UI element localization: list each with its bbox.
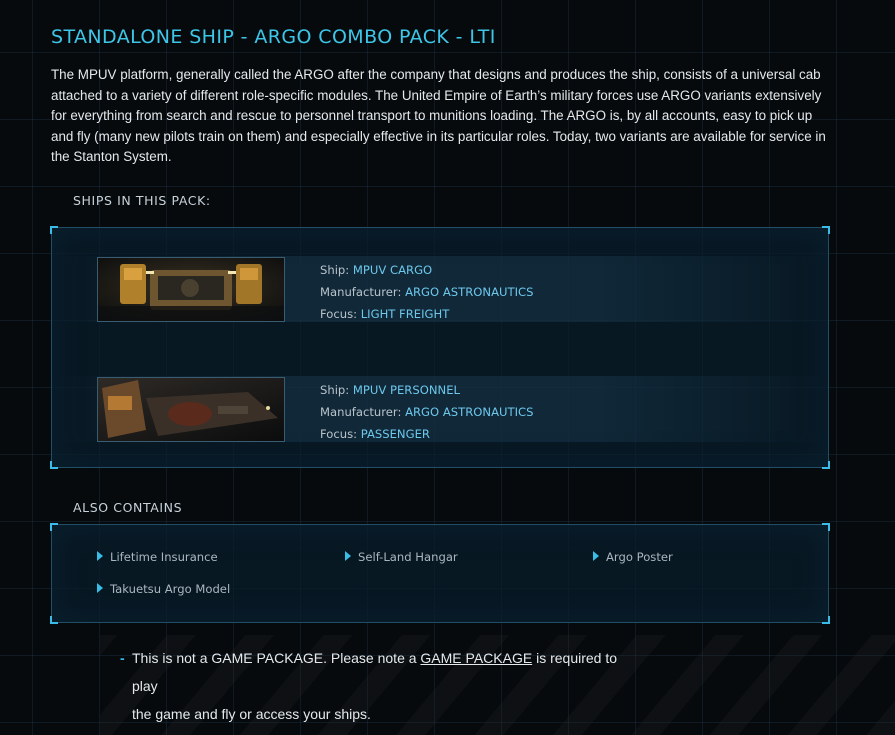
contains-item: Lifetime Insurance [97,550,218,564]
contains-item: Takuetsu Argo Model [97,582,231,596]
ship-name: MPUV CARGO [352,263,433,277]
contains-item-label: Lifetime Insurance [110,550,218,564]
ship-info-cargo: Ship: MPUV CARGO Manufacturer: ARGO ASTR… [320,259,533,325]
note-line-2: the game and fly or access your ships. [132,706,371,722]
ship-thumbnail-mpuv-personnel[interactable] [97,377,285,442]
chevron-right-icon [593,551,599,561]
ship-name: MPUV PERSONNEL [352,383,460,397]
ship-manufacturer: ARGO ASTRONAUTICS [405,405,534,419]
ship-info-personnel: Ship: MPUV PERSONNEL Manufacturer: ARGO … [320,379,533,445]
game-package-link[interactable]: GAME PACKAGE [420,650,532,666]
note-text: This is not a GAME PACKAGE. Please note … [132,650,421,666]
contains-item-label: Self-Land Hangar [358,550,458,564]
manufacturer-key: Manufacturer: [320,405,406,419]
focus-key: Focus: [320,307,361,321]
corner-bracket [822,616,830,624]
contains-item: Argo Poster [593,550,673,564]
corner-bracket [50,616,58,624]
note-line-1: This is not a GAME PACKAGE. Please note … [120,644,640,700]
manufacturer-key: Manufacturer: [320,285,406,299]
contains-item-label: Takuetsu Argo Model [110,582,231,596]
corner-bracket [50,461,58,469]
ship-focus: LIGHT FREIGHT [360,307,450,321]
chevron-right-icon [97,583,103,593]
ship-row-cargo: Ship: MPUV CARGO Manufacturer: ARGO ASTR… [52,256,828,322]
game-package-note: - This is not a GAME PACKAGE. Please not… [120,644,640,728]
note-dash-icon: - [120,650,125,666]
ship-key: Ship: [320,263,353,277]
contains-panel: Lifetime Insurance Self-Land Hangar Argo… [50,523,830,624]
corner-bracket [822,226,830,234]
focus-key: Focus: [320,427,361,441]
corner-bracket [822,523,830,531]
corner-bracket [50,226,58,234]
ship-key: Ship: [320,383,353,397]
ship-focus: PASSENGER [360,427,430,441]
contains-item: Self-Land Hangar [345,550,458,564]
contains-section-label: ALSO CONTAINS [73,500,183,515]
ship-row-personnel: Ship: MPUV PERSONNEL Manufacturer: ARGO … [52,376,828,442]
corner-bracket [50,523,58,531]
ships-panel: Ship: MPUV CARGO Manufacturer: ARGO ASTR… [50,226,830,469]
ship-thumbnail-mpuv-cargo[interactable] [97,257,285,322]
ships-section-label: SHIPS IN THIS PACK: [73,193,211,208]
corner-bracket [822,461,830,469]
contains-item-label: Argo Poster [606,550,673,564]
pack-description: The MPUV platform, generally called the … [51,67,826,165]
ship-manufacturer: ARGO ASTRONAUTICS [405,285,534,299]
chevron-right-icon [97,551,103,561]
page-title: STANDALONE SHIP - ARGO COMBO PACK - LTI [51,26,496,48]
chevron-right-icon [345,551,351,561]
